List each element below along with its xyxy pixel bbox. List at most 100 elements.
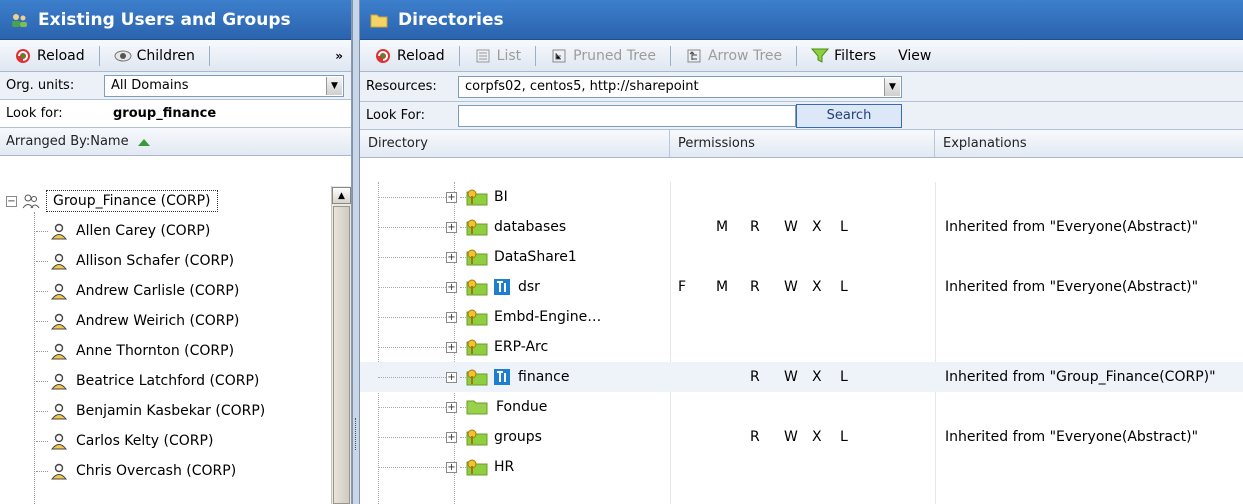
- directory-look-for-row: Look For: Search: [360, 102, 1243, 130]
- directory-cell[interactable]: + DataShare1: [360, 242, 670, 272]
- tree-root-row[interactable]: − Group_Finance (CORP): [0, 186, 218, 216]
- directory-row[interactable]: + finance R W X L Inherited from "Group_Financ…: [360, 362, 1243, 392]
- directory-row[interactable]: + groups R W X L Inherited from "Everyone(Abst…: [360, 422, 1243, 452]
- directory-cell[interactable]: + Embd-Engine…: [360, 302, 670, 332]
- expand-icon[interactable]: +: [446, 401, 457, 413]
- tree-member-row[interactable]: Allison Schafer (CORP): [0, 246, 234, 276]
- explanation-cell: [935, 302, 1243, 332]
- permission-flag: F: [678, 279, 687, 295]
- org-units-dropdown[interactable]: All Domains ▼: [104, 74, 344, 97]
- list-label: List: [496, 47, 522, 64]
- directory-row[interactable]: + DataShare1: [360, 242, 1243, 272]
- expand-icon[interactable]: +: [446, 371, 457, 383]
- explanation-cell: [935, 182, 1243, 212]
- toolbar-separator: [208, 45, 210, 66]
- permission-flag: L: [840, 369, 848, 385]
- directory-cell[interactable]: + databases: [360, 212, 670, 242]
- view-label: View: [898, 47, 932, 64]
- expand-icon[interactable]: +: [446, 281, 457, 293]
- chevron-down-icon[interactable]: ▼: [884, 77, 900, 96]
- permissions-cell: [670, 182, 935, 212]
- tree-member-row[interactable]: Allen Carey (CORP): [0, 216, 210, 246]
- tree-connector: [36, 470, 48, 472]
- directory-cell[interactable]: + BI: [360, 182, 670, 212]
- toolbar-separator: [796, 45, 798, 66]
- expand-icon[interactable]: +: [446, 221, 457, 233]
- overflow-chevron-icon[interactable]: »: [335, 49, 343, 63]
- directory-cell[interactable]: + groups: [360, 422, 670, 452]
- directory-cell[interactable]: + finance: [360, 362, 670, 392]
- column-explanations[interactable]: Explanations: [935, 130, 1243, 157]
- user-name: Allen Carey (CORP): [76, 223, 211, 239]
- tree-member-row[interactable]: Andrew Carlisle (CORP): [0, 276, 239, 306]
- directory-cell[interactable]: + ERP-Arc: [360, 332, 670, 362]
- expand-icon[interactable]: +: [446, 251, 457, 263]
- expand-icon[interactable]: +: [446, 311, 457, 323]
- group-icon: [22, 194, 40, 209]
- expand-icon[interactable]: +: [446, 461, 457, 473]
- tree-member-row[interactable]: Beatrice Latchford (CORP): [0, 366, 259, 396]
- reload-button[interactable]: Reload: [6, 43, 93, 69]
- directory-name: Embd-Engine…: [494, 309, 602, 325]
- look-for-input[interactable]: group_finance: [104, 102, 344, 125]
- look-for-label: Look for:: [6, 106, 63, 121]
- reload-button[interactable]: Reload: [366, 43, 453, 69]
- panel-splitter[interactable]: [352, 0, 360, 504]
- directory-cell[interactable]: + dsr: [360, 272, 670, 302]
- directory-row[interactable]: + databases M R W X L Inherited from "Everyone(…: [360, 212, 1243, 242]
- explanation-cell: [935, 392, 1243, 422]
- directory-row[interactable]: + HR: [360, 452, 1243, 482]
- permission-flag: W: [784, 429, 798, 445]
- tree-connector: [378, 346, 448, 348]
- directory-row[interactable]: + Embd-Engine…: [360, 302, 1243, 332]
- resources-dropdown[interactable]: corpfs02, centos5, http://sharepoint ▼: [458, 75, 902, 98]
- directory-cell[interactable]: + HR: [360, 452, 670, 482]
- permissions-cell: [670, 242, 935, 272]
- directory-cell[interactable]: + Fondue: [360, 392, 670, 422]
- directory-row[interactable]: + dsr F M R W X L Inherited from "Everyone(Abstr…: [360, 272, 1243, 302]
- tree-member-row[interactable]: Andrew Weirich (CORP): [0, 306, 239, 336]
- directory-row[interactable]: + Fondue: [360, 392, 1243, 422]
- filters-button[interactable]: Filters: [803, 43, 884, 69]
- directory-row[interactable]: + ERP-Arc: [360, 332, 1243, 362]
- scroll-thumb[interactable]: [333, 206, 350, 504]
- shared-folder-icon: [466, 279, 488, 296]
- directory-column-header: Directory Permissions Explanations: [360, 130, 1243, 158]
- column-permissions[interactable]: Permissions: [670, 130, 935, 157]
- pruned-tree-button[interactable]: Pruned Tree: [542, 43, 664, 69]
- tree-member-row[interactable]: Anne Thornton (CORP): [0, 336, 234, 366]
- directory-grid: + BI + databases M R W X L Inherited from "Everyo…: [360, 182, 1243, 504]
- splitter-grip[interactable]: [355, 418, 357, 450]
- user-icon: [50, 433, 68, 450]
- expand-icon[interactable]: +: [446, 191, 457, 203]
- org-units-value: All Domains: [111, 78, 189, 93]
- users-scrollbar[interactable]: ▲: [331, 186, 351, 504]
- tree-member-row[interactable]: Chris Overcash (CORP): [0, 456, 236, 486]
- search-button[interactable]: Search: [796, 103, 902, 128]
- list-button[interactable]: List: [466, 43, 529, 69]
- children-button[interactable]: Children: [106, 43, 203, 69]
- tree-connector: [378, 376, 448, 378]
- directory-name: groups: [494, 429, 542, 445]
- shared-folder-icon: [466, 339, 488, 356]
- tree-member-row[interactable]: Carlos Kelty (CORP): [0, 426, 213, 456]
- shared-folder-icon: [466, 189, 488, 206]
- view-button[interactable]: View: [890, 43, 939, 69]
- expand-icon[interactable]: +: [446, 431, 457, 443]
- permission-flag: R: [750, 369, 760, 385]
- org-units-label: Org. units:: [6, 78, 75, 93]
- scroll-up-icon[interactable]: ▲: [332, 187, 351, 204]
- arrow-tree-button[interactable]: Arrow Tree: [677, 43, 790, 69]
- collapse-icon[interactable]: −: [6, 195, 17, 207]
- directory-search-input[interactable]: [458, 104, 796, 127]
- chevron-down-icon[interactable]: ▼: [326, 76, 342, 95]
- directory-name: BI: [494, 189, 508, 205]
- tree-connector: [378, 406, 448, 408]
- users-groups-icon: [12, 13, 27, 27]
- directory-row[interactable]: + BI: [360, 182, 1243, 212]
- column-directory[interactable]: Directory: [360, 130, 670, 157]
- explanation-cell: Inherited from "Everyone(Abstract)": [945, 279, 1199, 295]
- arranged-by-header[interactable]: Arranged By:Name: [0, 128, 351, 156]
- tree-member-row[interactable]: Benjamin Kasbekar (CORP): [0, 396, 265, 426]
- expand-icon[interactable]: +: [446, 341, 457, 353]
